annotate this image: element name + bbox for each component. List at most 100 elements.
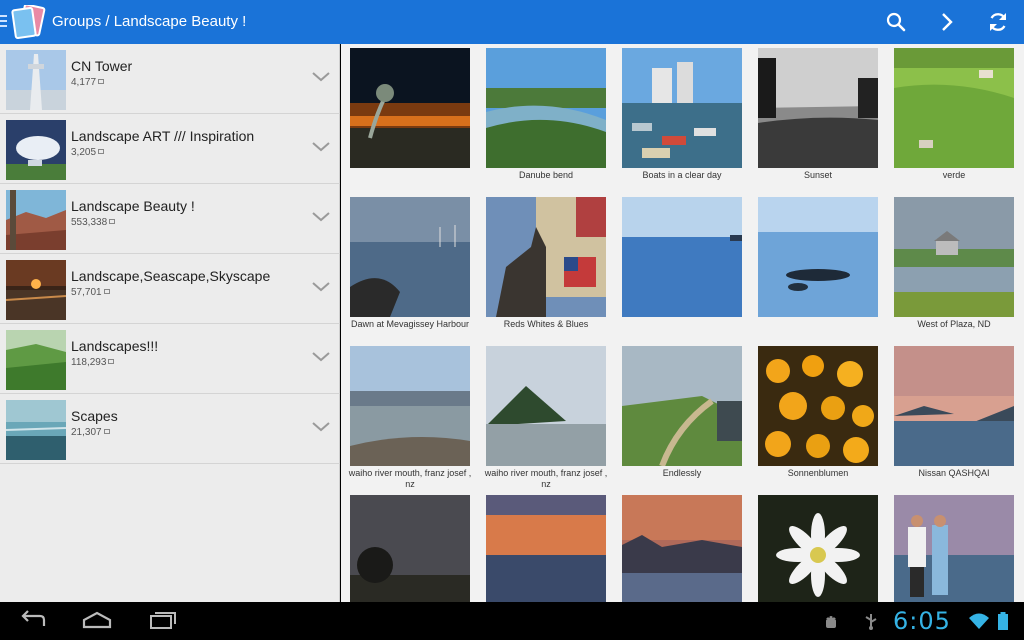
chevron-down-icon[interactable] xyxy=(310,70,332,84)
group-item-landscape-art[interactable]: Landscape ART /// Inspiration 3,205 xyxy=(0,114,340,184)
photo-tile[interactable] xyxy=(618,491,746,602)
group-item-landscape-beauty[interactable]: Landscape Beauty ! 553,338 xyxy=(0,184,340,254)
photo-caption: waiho river mouth, franz josef , nz xyxy=(348,468,472,489)
photo-tile[interactable] xyxy=(482,491,610,602)
photo-tile[interactable]: Boats in a clear day xyxy=(618,44,746,192)
photo-caption: verde xyxy=(942,170,966,180)
photo-thumbnail xyxy=(350,197,470,317)
group-thumbnail xyxy=(6,120,66,180)
chevron-down-icon[interactable] xyxy=(310,280,332,294)
photo-thumbnail xyxy=(350,495,470,602)
photo-thumbnail xyxy=(758,346,878,466)
photo-tile[interactable]: waiho river mouth, franz josef , nz xyxy=(346,342,474,490)
photo-thumbnail xyxy=(486,346,606,466)
search-icon[interactable] xyxy=(882,8,910,36)
group-thumbnail xyxy=(6,400,66,460)
group-photo-count: 4,177 xyxy=(71,77,105,88)
battery-icon xyxy=(997,612,1009,630)
chevron-down-icon[interactable] xyxy=(310,350,332,364)
refresh-icon[interactable] xyxy=(984,8,1012,36)
photo-caption: Endlessly xyxy=(662,468,702,478)
photo-tile[interactable]: Sunset xyxy=(754,44,882,192)
photo-caption: Dawn at Mevagissey Harbour xyxy=(350,319,470,329)
group-photo-count: 118,293 xyxy=(71,357,115,368)
photo-tile[interactable]: verde xyxy=(890,44,1018,192)
photo-tile[interactable] xyxy=(890,491,1018,602)
group-item-cn-tower[interactable]: CN Tower 4,177 xyxy=(0,44,340,114)
usb-icon xyxy=(862,612,880,630)
photo-thumbnail xyxy=(894,197,1014,317)
recent-apps-icon[interactable] xyxy=(145,608,179,634)
photo-tile[interactable] xyxy=(754,193,882,341)
photo-count-icon xyxy=(109,219,116,224)
photo-tile[interactable]: Danube bend xyxy=(482,44,610,192)
photo-tile[interactable]: Reds Whites & Blues xyxy=(482,193,610,341)
photo-thumbnail xyxy=(758,495,878,602)
system-nav-bar: 6:05 xyxy=(0,602,1024,640)
group-photo-count: 21,307 xyxy=(71,427,110,438)
group-photo-count: 57,701 xyxy=(71,287,110,298)
group-item-landscapes[interactable]: Landscapes!!! 118,293 xyxy=(0,324,340,394)
groups-list: CN Tower 4,177 Landscape ART /// Inspira… xyxy=(0,44,340,602)
action-bar: Groups / Landscape Beauty ! xyxy=(0,0,1024,44)
photo-tile[interactable]: Endlessly xyxy=(618,342,746,490)
photo-count-icon xyxy=(108,359,115,364)
photo-caption: waiho river mouth, franz josef , nz xyxy=(484,468,608,489)
group-name: Landscape Beauty ! xyxy=(71,198,195,214)
photo-count-icon xyxy=(103,429,110,434)
group-photo-count: 3,205 xyxy=(71,147,105,158)
photo-thumbnail xyxy=(894,495,1014,602)
drawer-indicator-icon[interactable] xyxy=(0,15,7,29)
photo-tile[interactable]: Dawn at Mevagissey Harbour xyxy=(346,193,474,341)
group-thumbnail xyxy=(6,190,66,250)
photo-thumbnail xyxy=(622,48,742,168)
photo-caption: Boats in a clear day xyxy=(642,170,722,180)
photo-thumbnail xyxy=(486,197,606,317)
page-title: Groups / Landscape Beauty ! xyxy=(52,13,247,30)
group-name: Scapes xyxy=(71,408,118,424)
chevron-down-icon[interactable] xyxy=(310,210,332,224)
photo-caption: Sunset xyxy=(803,170,833,180)
photo-thumbnail xyxy=(622,346,742,466)
group-item-scapes[interactable]: Scapes 21,307 xyxy=(0,394,340,464)
photo-tile[interactable]: waiho river mouth, franz josef , nz xyxy=(482,342,610,490)
photo-thumbnail xyxy=(622,197,742,317)
photo-tile[interactable]: Sonnenblumen xyxy=(754,342,882,490)
photo-tile[interactable] xyxy=(346,491,474,602)
system-clock: 6:05 xyxy=(893,607,951,635)
photo-thumbnail xyxy=(350,346,470,466)
photo-count-icon xyxy=(98,79,105,84)
photo-thumbnail xyxy=(758,48,878,168)
photo-thumbnail xyxy=(350,48,470,168)
photo-tile[interactable]: Nissan QASHQAI xyxy=(890,342,1018,490)
chevron-right-icon[interactable] xyxy=(933,8,961,36)
chevron-down-icon[interactable] xyxy=(310,420,332,434)
photo-grid: Danube bend Boats in a clear day Sunset … xyxy=(341,44,1024,602)
photo-thumbnail xyxy=(622,495,742,602)
photo-thumbnail xyxy=(894,346,1014,466)
photo-caption: Nissan QASHQAI xyxy=(918,468,990,478)
photo-thumbnail xyxy=(758,197,878,317)
photo-caption: Sonnenblumen xyxy=(787,468,849,478)
photo-count-icon xyxy=(98,149,105,154)
photo-thumbnail xyxy=(486,495,606,602)
back-icon[interactable] xyxy=(16,608,50,634)
photo-caption: West of Plaza, ND xyxy=(917,319,991,329)
wifi-icon xyxy=(968,612,990,630)
chevron-down-icon[interactable] xyxy=(310,140,332,154)
group-name: Landscapes!!! xyxy=(71,338,159,354)
group-photo-count: 553,338 xyxy=(71,217,116,228)
app-logo-icon[interactable] xyxy=(10,3,46,39)
group-thumbnail xyxy=(6,330,66,390)
group-thumbnail xyxy=(6,260,66,320)
photo-tile[interactable] xyxy=(754,491,882,602)
photo-caption: Danube bend xyxy=(518,170,574,180)
photo-thumbnail xyxy=(486,48,606,168)
photo-tile[interactable]: West of Plaza, ND xyxy=(890,193,1018,341)
group-item-landscape-seascape-skyscape[interactable]: Landscape,Seascape,Skyscape 57,701 xyxy=(0,254,340,324)
group-name: CN Tower xyxy=(71,58,133,74)
group-name: Landscape,Seascape,Skyscape xyxy=(71,268,271,284)
photo-tile[interactable] xyxy=(346,44,474,192)
photo-tile[interactable] xyxy=(618,193,746,341)
home-icon[interactable] xyxy=(80,608,114,634)
